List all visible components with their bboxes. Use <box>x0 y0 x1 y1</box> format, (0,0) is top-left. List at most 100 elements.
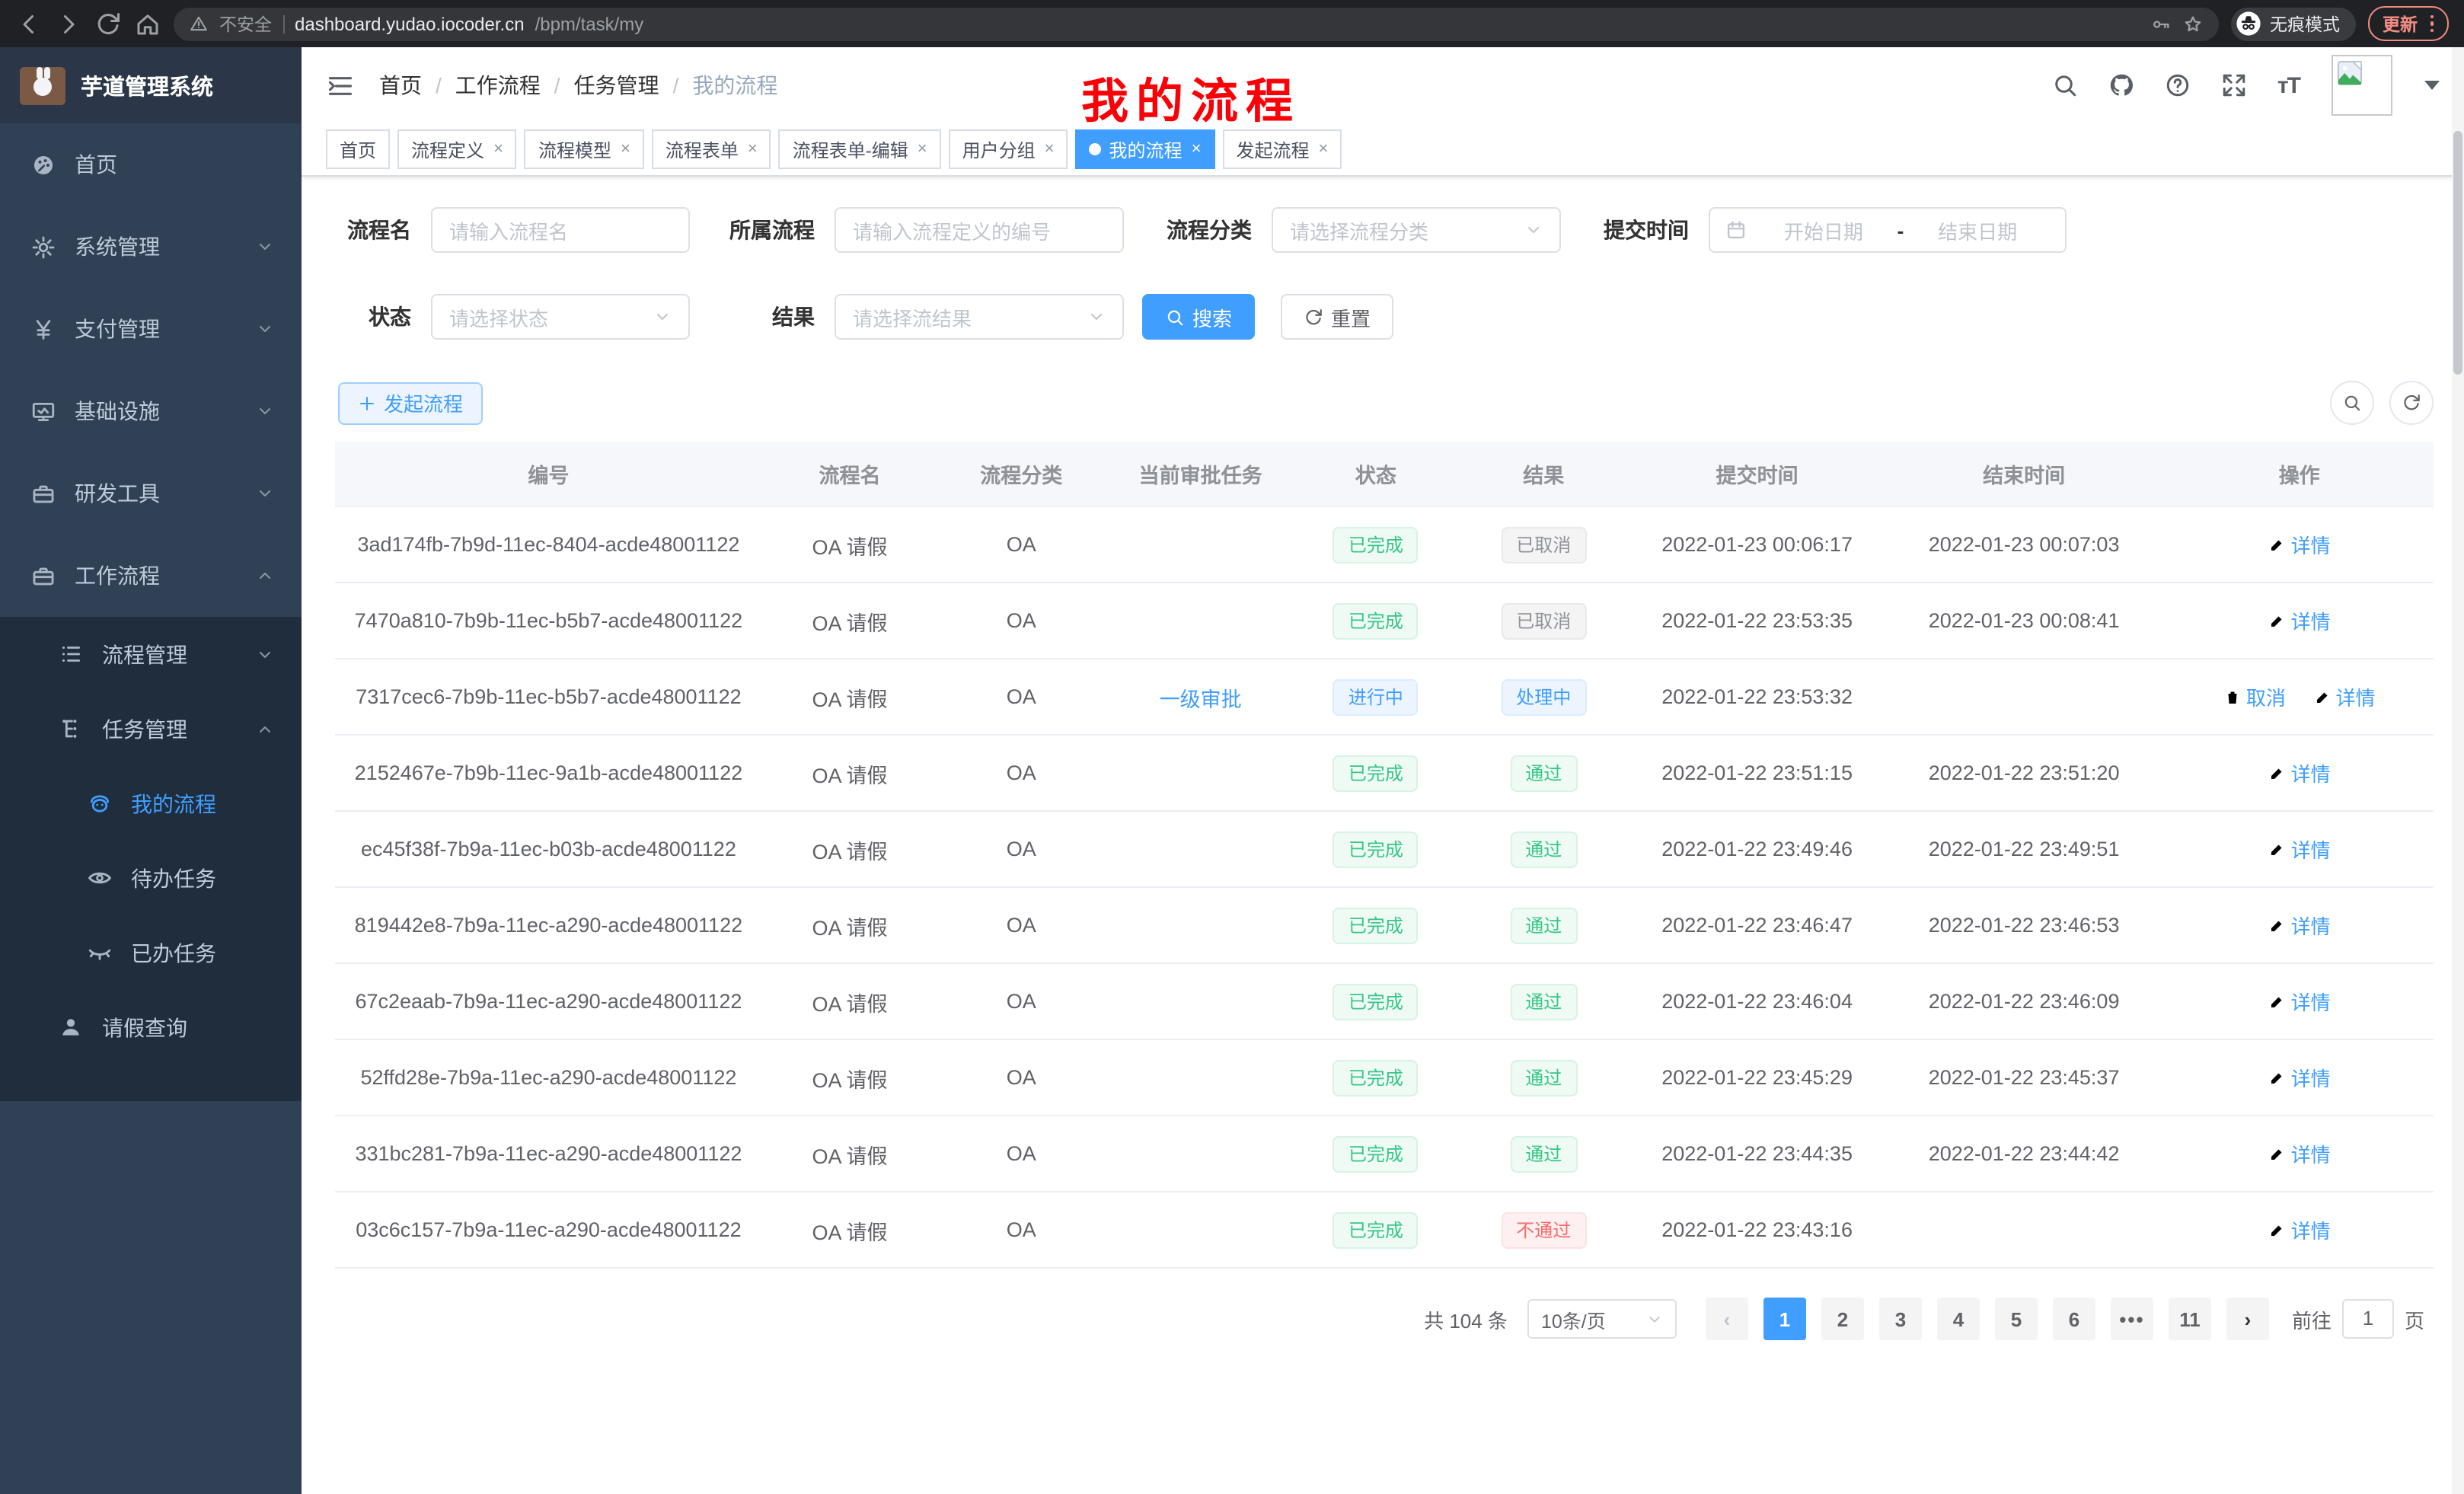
toolbox-icon <box>30 480 56 506</box>
page-button[interactable]: 2 <box>1821 1298 1864 1340</box>
sidebar-item-待办任务[interactable]: 待办任务 <box>0 841 302 915</box>
github-icon[interactable] <box>2108 72 2136 99</box>
sidebar-item-首页[interactable]: 首页 <box>0 123 302 206</box>
reload-icon[interactable] <box>94 10 122 37</box>
sidebar-item-流程管理[interactable]: 流程管理 <box>0 617 302 691</box>
row-action-link[interactable]: 详情 <box>2268 835 2331 864</box>
row-action-link[interactable]: 详情 <box>2268 1215 2331 1244</box>
row-action-link[interactable]: 详情 <box>2268 987 2331 1016</box>
row-action-link[interactable]: 详情 <box>2268 1063 2331 1092</box>
sidebar-item-label: 我的流程 <box>131 788 216 819</box>
row-action-link[interactable]: 详情 <box>2268 911 2331 940</box>
row-action-link[interactable]: 详情 <box>2268 758 2331 787</box>
page-button[interactable]: 1 <box>1763 1298 1806 1340</box>
breadcrumb-item[interactable]: 工作流程 <box>455 70 541 101</box>
date-range-picker[interactable]: 开始日期 - 结束日期 <box>1709 207 2067 253</box>
status-badge: 已完成 <box>1333 755 1419 791</box>
cell-task <box>1105 887 1295 963</box>
scrollbar[interactable] <box>2452 47 2464 1494</box>
close-icon[interactable]: × <box>493 140 503 158</box>
close-icon[interactable]: × <box>1192 140 1202 158</box>
cell-actions: 详情 <box>2165 963 2434 1039</box>
sidebar-item-系统管理[interactable]: 系统管理 <box>0 206 302 288</box>
page-button[interactable]: 5 <box>1995 1298 2038 1340</box>
browser-menu-icon[interactable] <box>2430 15 2434 33</box>
result-select[interactable]: 请选择流结果 <box>835 294 1124 340</box>
sidebar-item-基础设施[interactable]: 基础设施 <box>0 370 302 452</box>
forward-icon[interactable] <box>55 10 82 37</box>
row-action-link[interactable]: 取消 <box>2223 682 2286 711</box>
page-button[interactable]: 4 <box>1937 1298 1980 1340</box>
cell-id: 7470a810-7b9b-11ec-b5b7-acde48001122 <box>335 583 762 659</box>
tab[interactable]: 流程表单-编辑 × <box>779 129 941 169</box>
page-button[interactable]: 11 <box>2169 1298 2211 1340</box>
tab[interactable]: 我的流程 × <box>1076 129 1215 169</box>
help-icon[interactable] <box>2165 72 2192 99</box>
font-size-icon[interactable]: тT <box>2277 72 2300 98</box>
chevron-down-icon[interactable] <box>2424 81 2440 90</box>
action-icon <box>2268 1068 2287 1087</box>
tab[interactable]: 流程模型 × <box>525 129 644 169</box>
close-icon[interactable]: × <box>918 140 927 158</box>
row-action-link[interactable]: 详情 <box>2268 606 2331 635</box>
reset-button[interactable]: 重置 <box>1281 294 1393 340</box>
row-action-link[interactable]: 详情 <box>2268 1139 2331 1168</box>
status-select[interactable]: 请选择状态 <box>431 294 690 340</box>
date-end[interactable]: 结束日期 <box>1907 215 2048 244</box>
breadcrumb-item[interactable]: 首页 <box>379 70 422 101</box>
tab[interactable]: 发起流程 × <box>1222 129 1342 169</box>
sidebar-item-支付管理[interactable]: 支付管理 <box>0 288 302 370</box>
search-button[interactable]: 搜索 <box>1142 294 1255 340</box>
date-start[interactable]: 开始日期 <box>1753 215 1894 244</box>
prev-page-button[interactable]: ‹ <box>1706 1298 1748 1340</box>
home-icon[interactable] <box>134 10 161 37</box>
breadcrumb-item[interactable]: 任务管理 <box>574 70 659 101</box>
page-button[interactable]: ••• <box>2111 1298 2153 1340</box>
category-select[interactable]: 请选择流程分类 <box>1272 207 1561 253</box>
page-jump-input[interactable]: 1 <box>2342 1299 2394 1339</box>
app-logo[interactable]: 芋道管理系统 <box>0 47 302 123</box>
address-bar[interactable]: 不安全 dashboard.yudao.iocoder.cn/bpm/task/… <box>174 7 2218 40</box>
password-key-icon[interactable] <box>2150 13 2171 34</box>
sidebar-item-请假查询[interactable]: 请假查询 <box>0 990 302 1065</box>
tab[interactable]: 流程表单 × <box>652 129 771 169</box>
cell-task <box>1105 1192 1295 1268</box>
tab[interactable]: 首页 <box>326 129 390 169</box>
row-action-link[interactable]: 详情 <box>2268 530 2331 559</box>
page-size-select[interactable]: 10条/页 <box>1527 1299 1677 1339</box>
breadcrumb-item[interactable]: 我的流程 <box>692 70 777 101</box>
fullscreen-icon[interactable] <box>2221 72 2249 99</box>
close-icon[interactable]: × <box>1045 140 1055 158</box>
back-icon[interactable] <box>15 10 43 37</box>
table-row: 67c2eaab-7b9a-11ec-a290-acde48001122 OA … <box>335 963 2434 1039</box>
page-button[interactable]: 3 <box>1879 1298 1922 1340</box>
search-icon[interactable] <box>2052 72 2079 99</box>
scrollbar-thumb[interactable] <box>2453 131 2462 375</box>
bookmark-star-icon[interactable] <box>2182 13 2203 34</box>
task-link[interactable]: 一级审批 <box>1160 688 1242 710</box>
next-page-button[interactable]: › <box>2226 1298 2269 1340</box>
close-icon[interactable]: × <box>748 140 758 158</box>
sidebar-item-已办任务[interactable]: 已办任务 <box>0 915 302 990</box>
sidebar-item-研发工具[interactable]: 研发工具 <box>0 452 302 535</box>
tab[interactable]: 用户分组 × <box>949 129 1068 169</box>
avatar[interactable] <box>2332 55 2392 116</box>
show-search-button[interactable] <box>2330 381 2374 425</box>
sidebar-item-任务管理[interactable]: 任务管理 <box>0 691 302 766</box>
sidebar-item-我的流程[interactable]: 我的流程 <box>0 766 302 841</box>
definition-input[interactable]: 请输入流程定义的编号 <box>835 207 1124 253</box>
sidebar-item-工作流程[interactable]: 工作流程 <box>0 535 302 617</box>
close-icon[interactable]: × <box>1318 140 1328 158</box>
chrome-update-button[interactable]: 更新 <box>2367 6 2449 41</box>
hamburger-icon[interactable] <box>326 71 355 100</box>
row-action-link[interactable]: 详情 <box>2312 682 2375 711</box>
cell-name: OA 请假 <box>762 1192 937 1268</box>
page-button[interactable]: 6 <box>2053 1298 2095 1340</box>
cell-id: 3ad174fb-7b9d-11ec-8404-acde48001122 <box>335 506 762 583</box>
tab[interactable]: 流程定义 × <box>397 129 517 169</box>
sidebar-item-label: 任务管理 <box>102 713 187 744</box>
refresh-table-button[interactable] <box>2389 381 2434 425</box>
name-input[interactable]: 请输入流程名 <box>431 207 690 253</box>
create-process-button[interactable]: 发起流程 <box>338 381 483 424</box>
close-icon[interactable]: × <box>621 140 630 158</box>
